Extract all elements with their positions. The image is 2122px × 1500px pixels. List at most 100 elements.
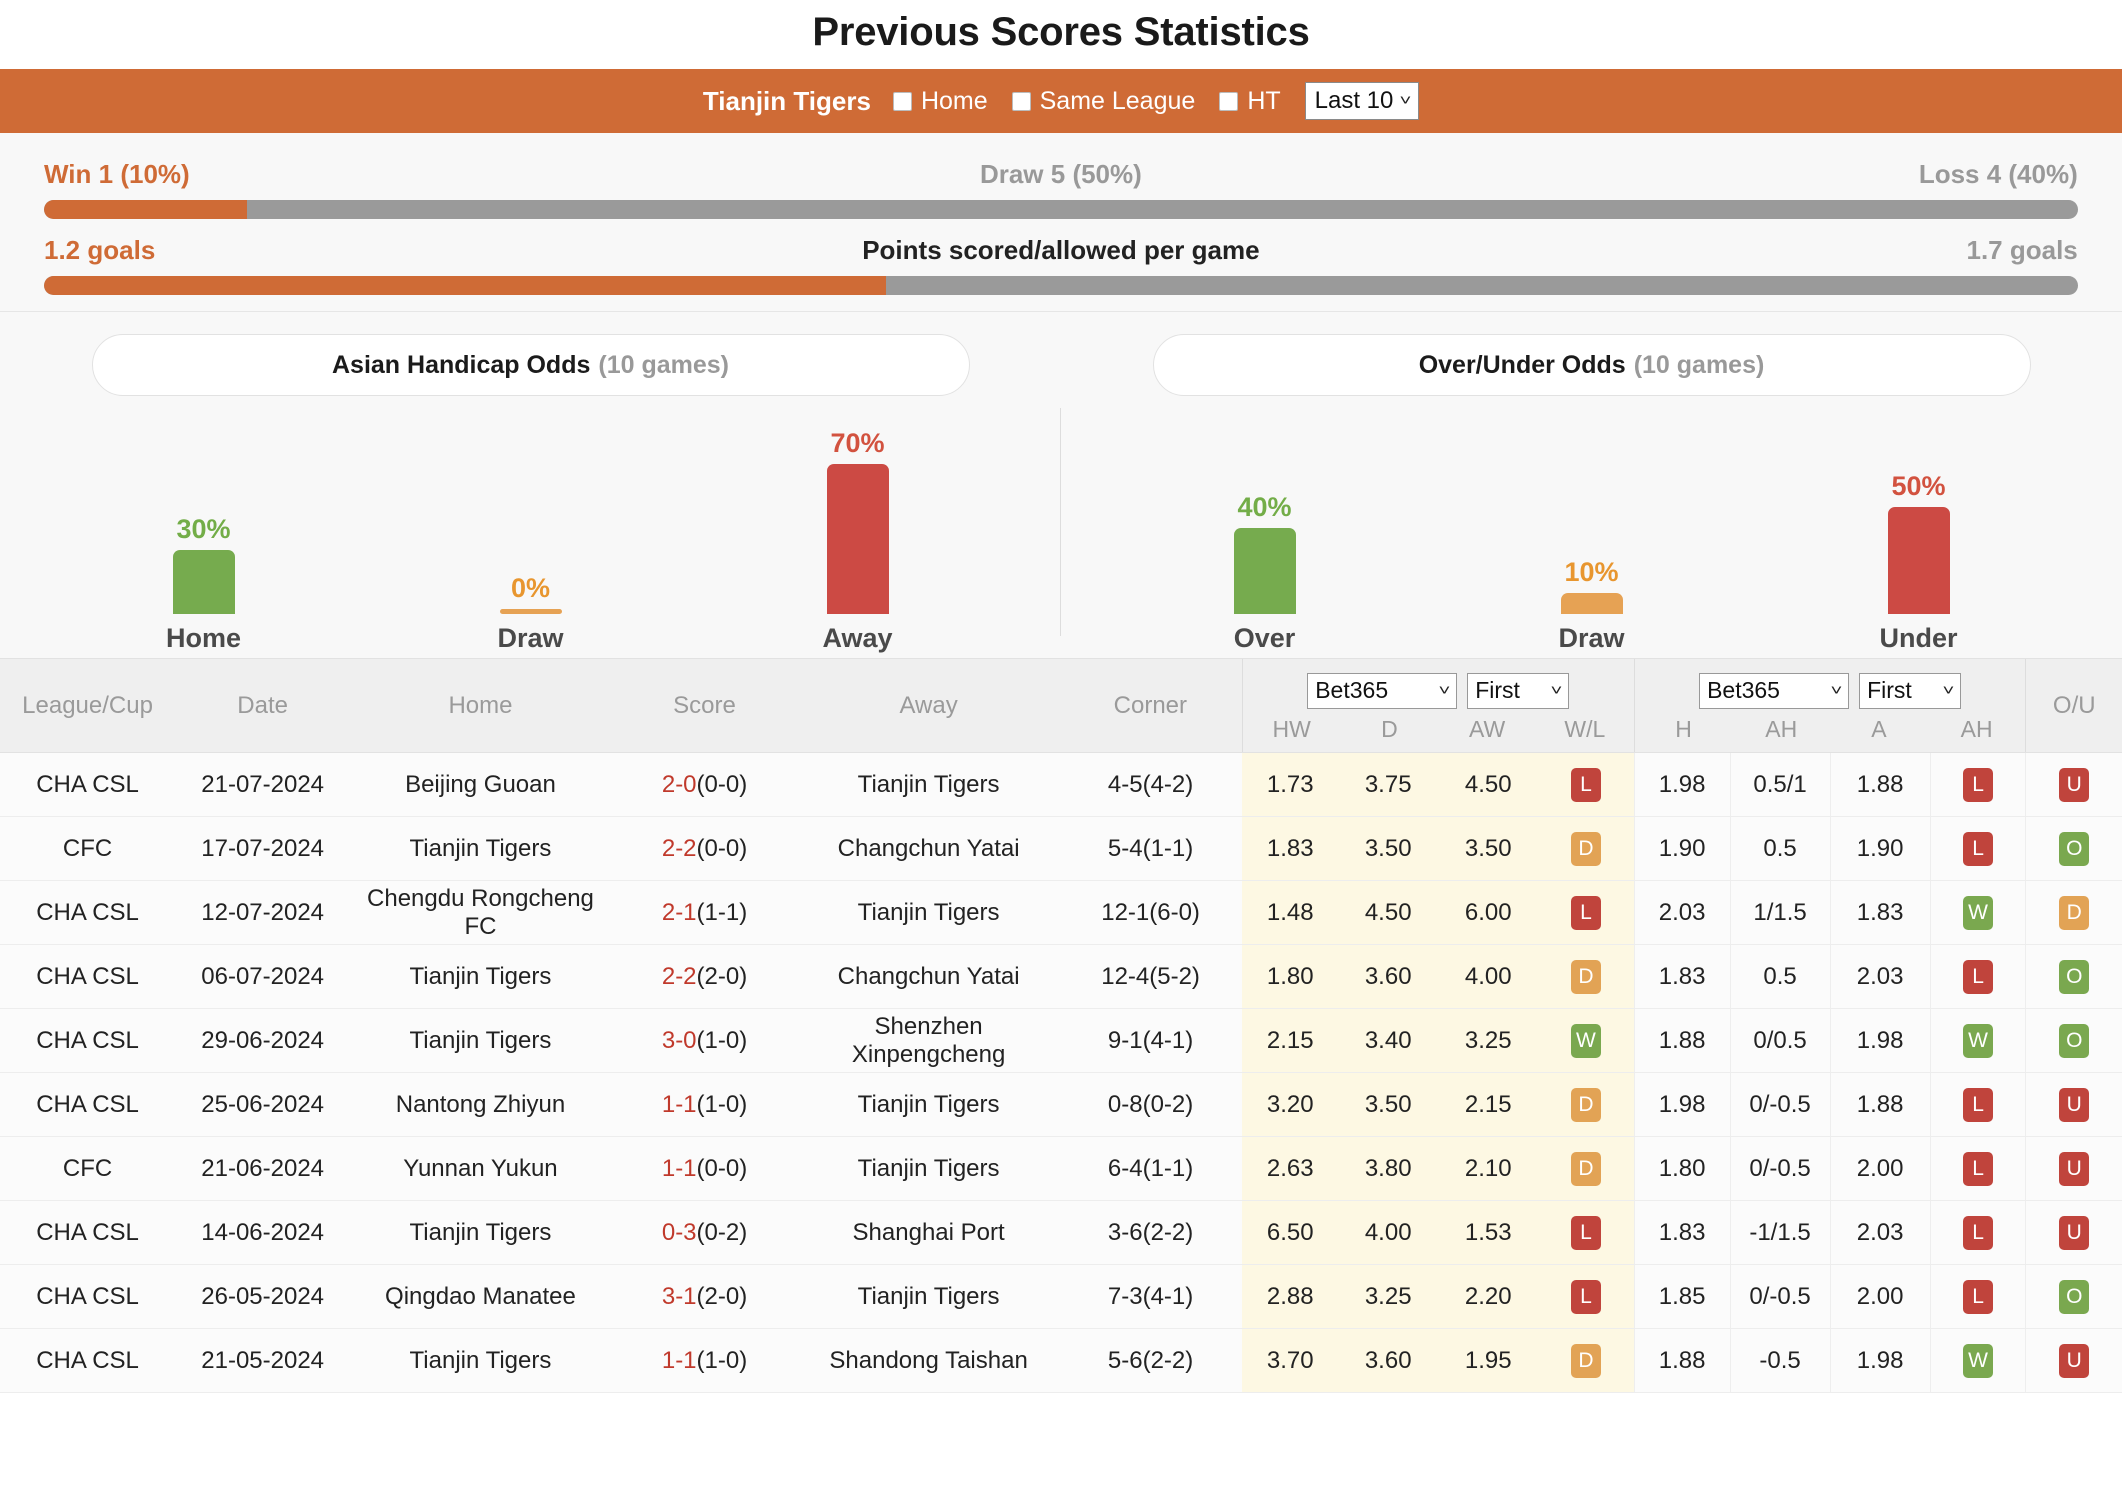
table-row[interactable]: CFC 17-07-2024 Tianjin Tigers 2-2(0-0) Chang… [0,816,2122,881]
ah-bookmaker-select[interactable]: Bet365 ˅ [1699,672,1850,709]
cell-away-team: Tianjin Tigers [798,1072,1059,1137]
tab-over-under-odds[interactable]: Over/Under Odds (10 games) [1152,334,2031,396]
status-badge: W [1963,895,1994,930]
table-row[interactable]: CHA CSL 26-05-2024 Qingdao Manatee 3-1(2-0)… [0,1264,2122,1329]
cell-ah-result: W [1929,1328,2026,1393]
cell-ah-line: 0.5 [1729,816,1831,881]
status-badge: O [2059,1023,2090,1058]
status-badge: U [2059,1151,2090,1186]
subcol-w-l: W/L [1564,715,1606,742]
odds-bookmaker-select[interactable]: Bet365 ˅ [1307,672,1458,709]
table-row[interactable]: CHA CSL 29-06-2024 Tianjin Tigers 3-0(1-0) S… [0,1008,2122,1073]
status-badge: D [2059,895,2090,930]
cell-h: 1.83 [1633,944,1731,1009]
cell-wl: L [1538,1264,1635,1329]
filter-home[interactable]: Home [892,87,988,116]
bar-percent-label: 30% [176,514,231,544]
cell-a: 1.90 [1829,816,1931,881]
table-row[interactable]: CHA CSL 06-07-2024 Tianjin Tigers 2-2(2-0) C… [0,944,2122,1009]
status-badge: U [2059,1215,2090,1250]
status-badge: D [1570,1151,1601,1186]
cell-ah-result: L [1929,1264,2026,1329]
checkbox-ht-icon[interactable] [1219,91,1239,111]
cell-home-team: Yunnan Yukun [350,1136,611,1201]
cell-hw: 2.15 [1242,1008,1339,1073]
cell-league: CHA CSL [0,880,176,945]
cell-aw: 3.50 [1438,816,1539,881]
cell-h: 1.80 [1633,1136,1731,1201]
matches-table: League/Cup Date Home Score Away Corner B… [0,658,2122,1393]
table-row[interactable]: CHA CSL 21-07-2024 Beijing Guoan 2-0(0-0) Ti… [0,752,2122,817]
table-row[interactable]: CHA CSL 12-07-2024 Chengdu Rongcheng FC 2-1… [0,880,2122,945]
col-group-ah: Bet365 ˅ First ˅ H AH A AH [1633,658,2026,753]
cell-d: 4.50 [1338,880,1439,945]
col-group-odds: Bet365 ˅ First ˅ HW D AW W/L [1241,658,1635,753]
cell-corner: 7-3(4-1) [1058,1264,1243,1329]
cell-league: CHA CSL [0,944,176,1009]
cell-ou: U [2025,1072,2122,1137]
range-select-value: Last 10 [1314,86,1394,114]
cell-ah-line: 0/0.5 [1729,1008,1831,1073]
cell-corner: 3-6(2-2) [1058,1200,1243,1265]
table-row[interactable]: CHA CSL 14-06-2024 Tianjin Tigers 0-3(0-2) S… [0,1200,2122,1265]
cell-aw: 1.53 [1438,1200,1539,1265]
subcol-aw: AW [1468,715,1506,742]
cell-aw: 3.25 [1438,1008,1539,1073]
cell-ah-line: 0/-0.5 [1729,1264,1831,1329]
cell-wl: W [1538,1008,1635,1073]
filter-ht[interactable]: HT [1219,86,1281,116]
cell-ou: O [2025,1008,2122,1073]
cell-score: 2-1(1-1) [610,880,799,945]
checkbox-same-league-icon[interactable] [1011,91,1031,111]
cell-corner: 0-8(0-2) [1058,1072,1243,1137]
bar-percent-label: 40% [1237,492,1292,522]
bar-category-label: Draw [1558,623,1625,653]
status-badge: O [2059,831,2090,866]
cell-ah-result: L [1929,1072,2026,1137]
win-label: Win 1 (10%) [44,159,190,189]
status-badge: L [1963,959,1994,994]
cell-corner: 9-1(4-1) [1058,1008,1243,1073]
cell-ah-line: -1/1.5 [1729,1200,1831,1265]
cell-aw: 4.00 [1438,944,1539,1009]
filter-same-league[interactable]: Same League [1011,87,1195,116]
cell-a: 2.03 [1829,1200,1931,1265]
ah-period-select[interactable]: First ˅ [1859,672,1962,709]
cell-d: 3.80 [1338,1136,1439,1201]
goals-title: Points scored/allowed per game [862,235,1260,265]
cell-h: 1.90 [1633,816,1731,881]
bar-shape [1887,507,1950,614]
cell-score: 1-1(1-0) [610,1072,799,1137]
table-row[interactable]: CHA CSL 25-06-2024 Nantong Zhiyun 1-1(1-0) T… [0,1072,2122,1137]
cell-ah-line: 0/-0.5 [1729,1072,1831,1137]
bar-shape [499,609,562,614]
bar-percent-label: 0% [510,573,551,603]
table-row[interactable]: CFC 21-06-2024 Yunnan Yukun 1-1(0-0) Tianjin… [0,1136,2122,1201]
cell-ah-result: L [1929,1136,2026,1201]
bar-item-away: 70% Away [758,424,958,654]
cell-ah-result: W [1929,880,2026,945]
wdl-labels: Win 1 (10%) Draw 5 (50%) Loss 4 (40%) [44,143,2078,200]
chevron-down-icon: ˅ [1942,682,1955,699]
asian-handicap-panel: Asian Handicap Odds (10 games) 30% Home 0%… [0,334,1061,654]
filter-ht-label: HT [1247,86,1281,115]
cell-ah-line: 0.5/1 [1729,752,1831,817]
cell-hw: 1.80 [1242,944,1339,1009]
table-row[interactable]: CHA CSL 21-05-2024 Tianjin Tigers 1-1(1-0) S… [0,1328,2122,1393]
cell-hw: 1.83 [1242,816,1339,881]
tab-over-under-games: (10 games) [1633,350,1765,379]
range-select[interactable]: Last 10 ˅ [1304,82,1420,120]
status-badge: L [1570,1215,1601,1250]
status-badge: L [1963,831,1994,866]
tab-asian-handicap-odds[interactable]: Asian Handicap Odds (10 games) [91,334,970,396]
col-corner: Corner [1058,658,1243,753]
ah-subcolumns: H AH A AH [1635,716,2026,743]
chevron-down-icon: ˅ [1399,92,1412,109]
cell-aw: 1.95 [1438,1328,1539,1393]
cell-h: 2.03 [1633,880,1731,945]
status-badge: O [2059,959,2090,994]
checkbox-home-icon[interactable] [892,91,912,111]
subcol-d: D [1381,715,1398,742]
odds-period-select[interactable]: First ˅ [1467,672,1570,709]
bar-item-home: 30% Home [104,424,304,654]
